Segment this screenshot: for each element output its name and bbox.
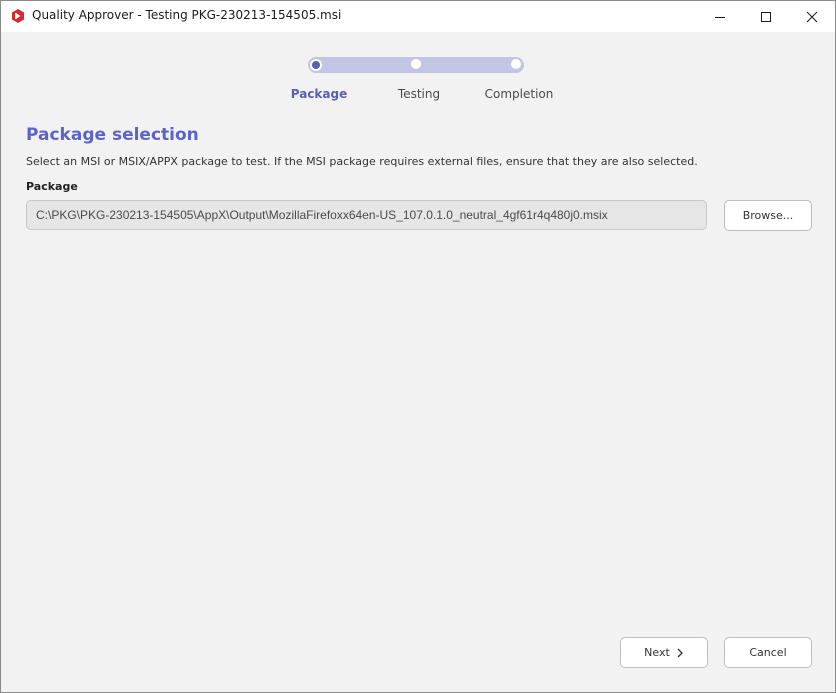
- step-label-package: Package: [290, 87, 348, 101]
- page-description: Select an MSI or MSIX/APPX package to te…: [26, 155, 698, 168]
- next-button-label: Next: [644, 646, 670, 659]
- step-label-completion: Completion: [484, 87, 554, 101]
- app-logo-icon: [12, 9, 24, 23]
- page-title: Package selection: [26, 125, 199, 145]
- close-button[interactable]: [789, 1, 835, 32]
- window-title: Quality Approver - Testing PKG-230213-15…: [32, 8, 342, 22]
- step-label-testing: Testing: [397, 87, 441, 101]
- minimize-button[interactable]: [697, 1, 743, 32]
- next-button[interactable]: Next: [620, 637, 708, 668]
- cancel-button-label: Cancel: [749, 646, 787, 659]
- step-dot-completion: [511, 59, 521, 69]
- maximize-icon: [761, 11, 771, 22]
- browse-button-label: Browse...: [742, 209, 794, 222]
- cancel-button[interactable]: Cancel: [724, 637, 812, 668]
- package-path-input[interactable]: C:\PKG\PKG-230213-154505\AppX\Output\Moz…: [26, 200, 707, 230]
- minimize-icon: [715, 16, 725, 18]
- close-icon: [806, 11, 818, 22]
- maximize-button[interactable]: [743, 1, 789, 32]
- package-field-label: Package: [26, 180, 78, 193]
- browse-button[interactable]: Browse...: [724, 200, 812, 231]
- step-dot-package: [310, 59, 322, 71]
- step-dot-testing: [411, 59, 421, 69]
- title-bar[interactable]: Quality Approver - Testing PKG-230213-15…: [1, 1, 835, 32]
- chevron-right-icon: [677, 648, 683, 657]
- app-window: Quality Approver - Testing PKG-230213-15…: [0, 0, 836, 693]
